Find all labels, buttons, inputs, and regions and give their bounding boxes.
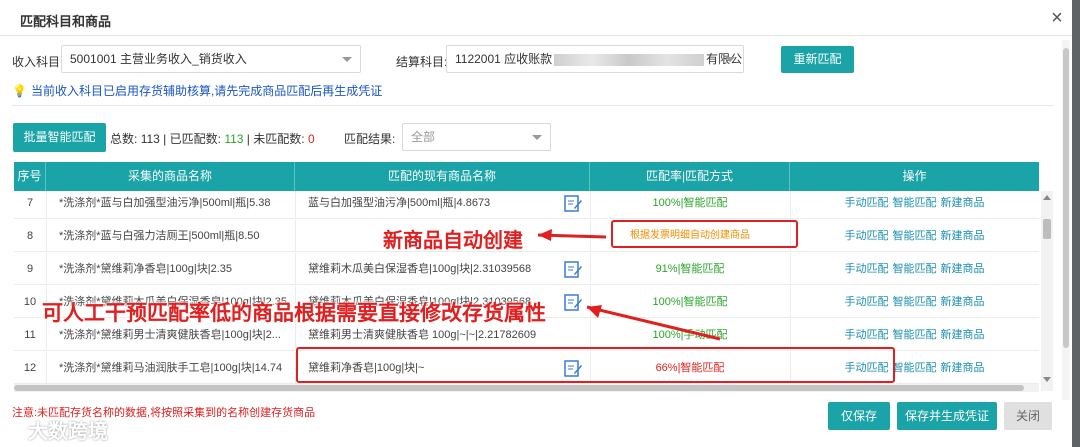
dialog-title-bar: 匹配科目和商品 × [0, 0, 1072, 36]
lightbulb-icon: 💡 [12, 84, 27, 98]
annotation-box-new-product [611, 220, 798, 248]
matched-value: 113 [224, 132, 244, 146]
match-result-select[interactable]: 全部 [402, 123, 551, 151]
scroll-up-icon[interactable] [1043, 195, 1051, 200]
watermark-text: 大数跨境 [28, 421, 108, 443]
row-ops: 手动匹配 智能匹配 新建商品 [790, 286, 1039, 318]
chevron-down-icon [532, 135, 542, 140]
smart-match-link[interactable]: 智能匹配 [893, 296, 937, 308]
row-ops: 手动匹配 智能匹配 新建商品 [790, 220, 1039, 252]
annotation-arrow [586, 305, 721, 341]
total-value: 113 [140, 132, 160, 146]
edit-icon[interactable] [563, 292, 583, 312]
manual-match-link[interactable]: 手动匹配 [845, 329, 889, 341]
close-icon[interactable]: × [1047, 8, 1067, 28]
new-product-link[interactable]: 新建商品 [941, 263, 985, 275]
row-match-rate: 100%|智能匹配 [652, 197, 728, 209]
tip-text: 当前收入科目已启用存货辅助核算,请先完成商品匹配后再生成凭证 [30, 84, 383, 98]
watermark-logo-icon [2, 421, 24, 444]
table-header: 序号 采集的商品名称 匹配的现有商品名称 匹配率|匹配方式 操作 [14, 162, 1039, 191]
row-match-name: 蓝与白加强型油污净|500ml|瓶|4.8673 [308, 197, 491, 209]
divider [12, 105, 1054, 106]
table-vertical-scrollbar[interactable] [1041, 191, 1053, 391]
income-subject-select[interactable]: 5001001 主营业务收入_销货收入 [61, 45, 361, 73]
annotation-manual-edit: 可人工干预匹配率低的商品根据需要直接修改存货属性 [42, 302, 546, 325]
row-no: 12 [23, 362, 37, 374]
smart-match-link[interactable]: 智能匹配 [893, 230, 937, 242]
smart-match-link[interactable]: 智能匹配 [893, 362, 937, 374]
table-row: 8 *洗涤剂*蓝与白强力洁厕王|500ml|瓶|8.50 根据发票明细自动创建商… [14, 220, 1039, 252]
chevron-down-icon [342, 57, 352, 62]
manual-match-link[interactable]: 手动匹配 [845, 230, 889, 242]
redacted-blur [554, 53, 705, 66]
table-horizontal-scrollbar[interactable] [14, 384, 1039, 392]
row-source-name: *洗涤剂*蓝与白强力洁厕王|500ml|瓶|8.50 [59, 230, 260, 242]
background-overlay [1072, 0, 1080, 447]
column-header-ops: 操作 [902, 169, 927, 183]
row-no: 8 [26, 230, 34, 242]
column-header-source: 采集的商品名称 [46, 162, 295, 191]
smart-match-link[interactable]: 智能匹配 [893, 263, 937, 275]
match-dialog: 匹配科目和商品 × 收入科目: 5001001 主营业务收入_销货收入 结算科目… [0, 0, 1072, 447]
row-ops: 手动匹配 智能匹配 新建商品 [790, 191, 1039, 219]
batch-smart-match-button[interactable]: 批量智能匹配 [13, 123, 106, 152]
matched-label: | 已匹配数: [163, 132, 221, 146]
manual-match-link[interactable]: 手动匹配 [845, 263, 889, 275]
smart-match-link[interactable]: 智能匹配 [893, 329, 937, 341]
annotation-box-manual-edit [296, 347, 895, 383]
new-product-link[interactable]: 新建商品 [941, 296, 985, 308]
row-match-rate: 91%|智能匹配 [655, 263, 725, 275]
match-stats: 总数: 113 | 已匹配数: 113 | 未匹配数: 0 [110, 130, 315, 147]
chevron-down-icon [725, 57, 735, 62]
manual-match-link[interactable]: 手动匹配 [845, 197, 889, 209]
settle-subject-value-prefix: 1122001 应收账款 [455, 52, 553, 66]
table-row: 9 *洗涤剂*黛维莉净香皂|100g|块|2.35 黛维莉木瓜美白保湿香皂|10… [14, 253, 1039, 285]
save-and-generate-button[interactable]: 保存并生成凭证 [897, 402, 997, 430]
row-no: 7 [26, 197, 34, 209]
column-header-match: 匹配的现有商品名称 [295, 162, 590, 191]
table-row: 7 *洗涤剂*蓝与白加强型油污净|500ml|瓶|5.38 蓝与白加强型油污净|… [14, 191, 1039, 219]
new-product-link[interactable]: 新建商品 [941, 230, 985, 242]
annotation-new-product: 新商品自动创建 [383, 230, 523, 252]
row-source-name: *洗涤剂*黛维莉净香皂|100g|块|2.35 [59, 263, 233, 275]
column-header-no: 序号 [14, 162, 46, 191]
edit-icon[interactable] [563, 259, 583, 279]
match-result-label: 匹配结果: [344, 132, 396, 146]
hscroll-thumb[interactable] [14, 385, 1024, 391]
new-product-link[interactable]: 新建商品 [941, 197, 985, 209]
scroll-down-icon[interactable] [1043, 377, 1051, 382]
new-product-link[interactable]: 新建商品 [941, 329, 985, 341]
column-header-rate: 匹配率|匹配方式 [590, 162, 790, 191]
row-source-name: *洗涤剂*蓝与白加强型油污净|500ml|瓶|5.38 [59, 197, 271, 209]
dialog-scroll-thumb[interactable] [1063, 48, 1069, 348]
total-label: 总数: [110, 132, 138, 146]
unmatched-value: 0 [307, 132, 315, 146]
close-button[interactable]: 关闭 [1004, 402, 1052, 430]
settle-subject-select[interactable]: 1122001 应收账款有限公司 [446, 45, 744, 73]
row-match-name: 黛维莉木瓜美白保湿香皂|100g|块|2.31039568 [308, 263, 532, 275]
annotation-arrow [537, 229, 607, 241]
scroll-thumb[interactable] [1043, 219, 1051, 239]
income-subject-label: 收入科目: [12, 55, 64, 69]
save-button[interactable]: 仅保存 [828, 402, 890, 430]
unmatched-label: | 未匹配数: [246, 132, 305, 146]
dialog-title: 匹配科目和商品 [20, 14, 112, 29]
settle-subject-label: 结算科目: [396, 55, 448, 69]
row-source-name: *洗涤剂*黛维莉马油润肤手工皂|100g|块|14.74 [59, 362, 283, 374]
edit-icon[interactable] [563, 193, 583, 213]
watermark: 大数跨境 [2, 415, 108, 444]
manual-match-link[interactable]: 手动匹配 [845, 296, 889, 308]
row-ops: 手动匹配 智能匹配 新建商品 [790, 253, 1039, 285]
income-subject-value: 5001001 主营业务收入_销货收入 [70, 52, 247, 66]
smart-match-link[interactable]: 智能匹配 [893, 197, 937, 209]
row-no: 9 [26, 263, 34, 275]
tip-message: 💡 当前收入科目已启用存货辅助核算,请先完成商品匹配后再生成凭证 [12, 82, 382, 99]
rematch-button[interactable]: 重新匹配 [781, 46, 854, 73]
new-product-link[interactable]: 新建商品 [941, 362, 985, 374]
match-result-value: 全部 [411, 130, 436, 144]
dialog-scrollbar[interactable] [1062, 40, 1070, 400]
